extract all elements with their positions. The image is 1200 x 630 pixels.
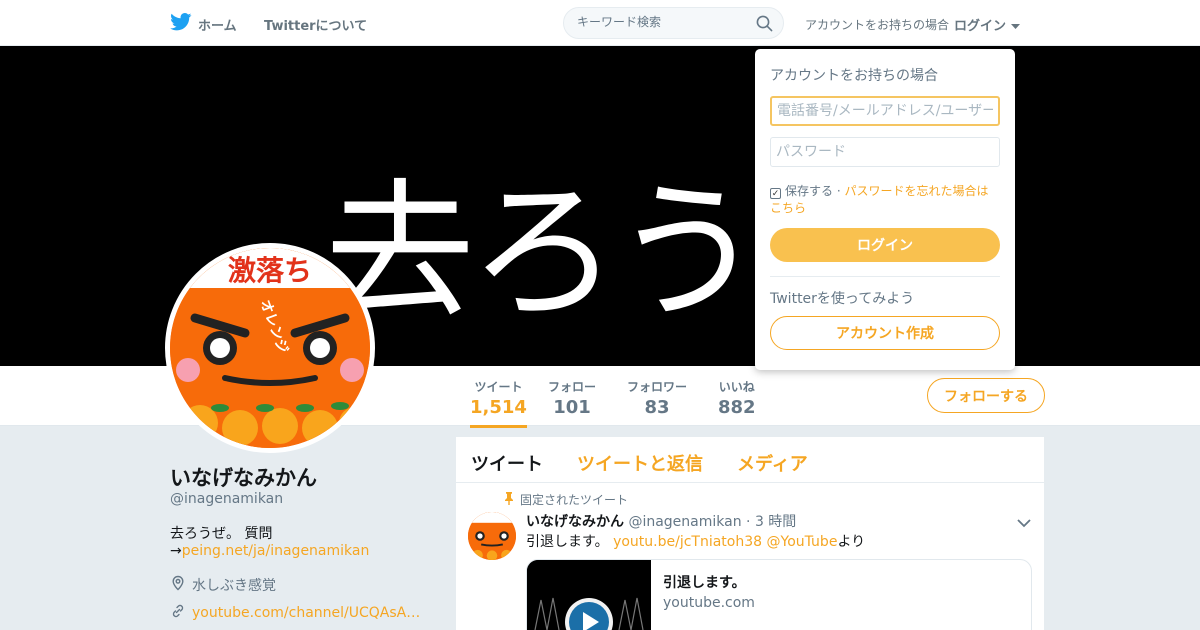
pinned-label: 固定されたツイート: [504, 491, 628, 508]
stat-label: ツイート: [474, 380, 523, 394]
remember-label[interactable]: 保存する: [785, 184, 833, 198]
profile-location: 水しぶき感覚: [170, 575, 276, 595]
divider: [770, 276, 1000, 277]
profile-bio: 去ろうぜ。 質問: [170, 526, 273, 542]
search-input[interactable]: [577, 15, 747, 29]
remember-checkbox[interactable]: ✓: [770, 188, 781, 199]
card-thumbnail: [527, 560, 651, 630]
tweet-author-name[interactable]: いなげなみかん: [526, 514, 624, 530]
login-menu-link[interactable]: ログイン: [954, 15, 1020, 34]
login-dropdown: アカウントをお持ちの場合 ✓保存する · パスワードを忘れた場合はこちら ログイ…: [755, 49, 1015, 370]
pinned-text: 固定されたツイート: [520, 493, 629, 507]
nav-home-label: ホーム: [198, 18, 237, 34]
stat-following[interactable]: フォロー 101: [548, 378, 596, 418]
tweet-mention[interactable]: @YouTube: [767, 534, 838, 550]
tab-media[interactable]: メディア: [737, 450, 808, 476]
profile-url-text[interactable]: youtube.com/channel/UCQAsA…: [192, 605, 420, 621]
profile-name: いなげなみかん: [170, 466, 317, 490]
profile-handle: @inagenamikan: [170, 491, 284, 507]
stat-value: 83: [644, 397, 670, 418]
link-card[interactable]: 引退します。 youtube.com: [526, 559, 1032, 630]
card-title: 引退します。: [663, 575, 746, 591]
tweet-author-handle[interactable]: @inagenamikan: [628, 514, 741, 530]
login-link-label: ログイン: [954, 19, 1007, 34]
follow-button[interactable]: フォローする: [927, 378, 1045, 413]
tweet-avatar[interactable]: [468, 512, 516, 560]
tweet-text-prefix: 引退します。: [526, 534, 614, 550]
tweet-text: 引退します。 youtu.be/jcTniatoh38 @YouTubeより: [526, 531, 865, 551]
login-button[interactable]: ログイン: [770, 228, 1000, 262]
stat-label: いいね: [718, 380, 755, 394]
search-icon[interactable]: [756, 15, 773, 36]
nav-about[interactable]: Twitterについて: [264, 15, 367, 34]
bio-arrow: →: [170, 543, 182, 559]
location-text: 水しぶき感覚: [192, 578, 276, 594]
tab-tweets-replies[interactable]: ツイートと返信: [577, 450, 703, 476]
tweet-header: いなげなみかん @inagenamikan · 3 時間: [526, 511, 796, 531]
stat-value: 882: [718, 397, 756, 418]
profile-bio-link-line: →peing.net/ja/inagenamikan: [170, 543, 369, 559]
stat-followers[interactable]: フォロワー 83: [627, 378, 687, 418]
card-domain: youtube.com: [663, 595, 755, 611]
tweet-link[interactable]: youtu.be/jcTniatoh38: [613, 534, 762, 550]
dropdown-title: アカウントをお持ちの場合: [770, 68, 938, 84]
username-field[interactable]: [770, 96, 1000, 126]
stat-value: 1,514: [470, 397, 527, 418]
tab-tweets[interactable]: ツイート: [471, 450, 543, 476]
location-icon: [170, 575, 186, 595]
timeline-tabs: ツイート ツイートと返信 メディア: [456, 437, 1044, 483]
pin-icon: [504, 491, 514, 508]
tweet-text-suffix: より: [837, 534, 866, 550]
remember-row: ✓ 保存する · パスワードを忘れた場合はこちら: [770, 183, 1000, 217]
login-prompt: アカウントをお持ちの場合: [805, 18, 950, 32]
stat-tweets[interactable]: ツイート 1,514: [470, 378, 527, 428]
try-twitter-label: Twitterを使ってみよう: [770, 291, 915, 307]
stat-value: 101: [553, 397, 591, 418]
create-account-button[interactable]: アカウント作成: [770, 316, 1000, 350]
top-navigation: ホーム Twitterについて アカウントをお持ちの場合 ログイン: [0, 0, 1200, 46]
nav-home[interactable]: ホーム: [170, 13, 237, 35]
bio-link[interactable]: peing.net/ja/inagenamikan: [182, 543, 370, 559]
separator: ·: [836, 184, 841, 198]
password-field[interactable]: [770, 137, 1000, 167]
stat-likes[interactable]: いいね 882: [718, 378, 756, 418]
search-box: [563, 7, 784, 39]
stat-label: フォロワー: [627, 380, 688, 394]
twitter-bird-icon: [170, 13, 192, 35]
avatar-text: 激落ち: [228, 254, 312, 287]
tweet-time[interactable]: · 3 時間: [746, 514, 796, 530]
stat-label: フォロー: [548, 380, 597, 394]
caret-down-icon: [1010, 19, 1020, 34]
chevron-down-icon[interactable]: [1017, 513, 1031, 532]
link-icon: [170, 603, 186, 623]
timeline: ツイート ツイートと返信 メディア 固定されたツイート いなげなみかん @ina…: [456, 437, 1044, 630]
avatar[interactable]: 激落ち オレンジ: [165, 243, 375, 453]
profile-url[interactable]: youtube.com/channel/UCQAsA…: [170, 603, 420, 623]
